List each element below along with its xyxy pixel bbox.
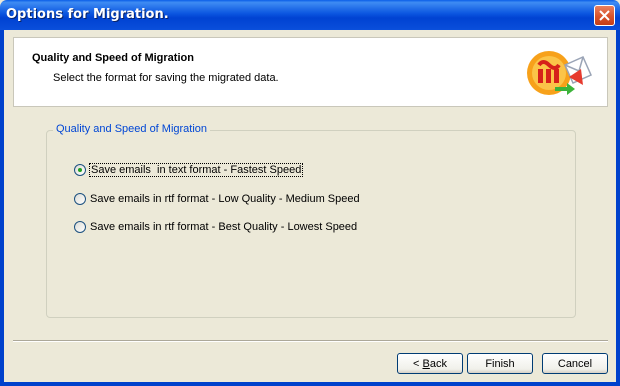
option-rtf-best-quality[interactable]: Save emails in rtf format - Best Quality…: [74, 219, 358, 235]
window-title: Options for Migration.: [6, 7, 169, 22]
footer-separator-highlight: [13, 341, 608, 342]
window-frame-right: [616, 30, 620, 386]
window-frame-bottom: [0, 382, 620, 386]
option-text-fastest[interactable]: Save emails in text format - Fastest Spe…: [74, 162, 304, 178]
migration-logo-icon: [527, 51, 592, 95]
close-button[interactable]: [594, 5, 615, 26]
window-frame-left: [0, 30, 4, 386]
groupbox-legend: Quality and Speed of Migration: [53, 123, 211, 135]
option-label: Save emails in rtf format - Best Quality…: [90, 221, 358, 233]
option-rtf-low-quality[interactable]: Save emails in rtf format - Low Quality …: [74, 191, 361, 207]
cancel-button[interactable]: Cancel: [542, 353, 608, 374]
header-subtitle: Select the format for saving the migrate…: [53, 72, 279, 84]
title-bar[interactable]: Options for Migration.: [0, 0, 620, 30]
finish-button[interactable]: Finish: [467, 353, 533, 374]
option-label: Save emails in text format - Fastest Spe…: [89, 163, 304, 177]
radio-button[interactable]: [74, 164, 86, 176]
radio-button[interactable]: [74, 193, 86, 205]
back-button-prefix: <: [413, 357, 423, 370]
header-title: Quality and Speed of Migration: [32, 52, 194, 64]
back-button[interactable]: < Back: [397, 353, 463, 374]
radio-button[interactable]: [74, 221, 86, 233]
option-label: Save emails in rtf format - Low Quality …: [90, 193, 360, 205]
wizard-header: Quality and Speed of Migration Select th…: [13, 37, 608, 107]
back-button-label: ack: [429, 357, 447, 370]
close-icon: [599, 10, 610, 21]
back-button-accelerator: B: [422, 357, 430, 370]
